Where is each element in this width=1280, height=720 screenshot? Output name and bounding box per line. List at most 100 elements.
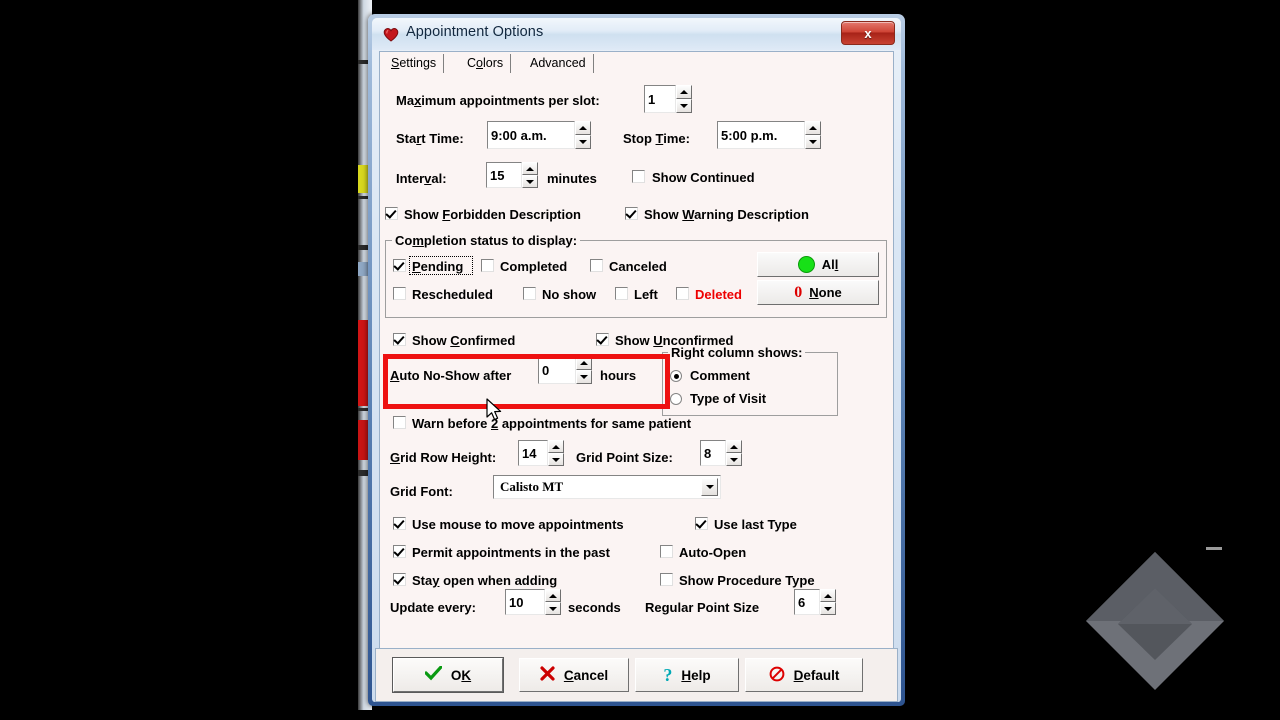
use-mouse-checkbox[interactable] — [393, 517, 406, 530]
grid-row-height-label: Grid Row Height: — [390, 450, 497, 465]
tab-colors[interactable]: Colors — [460, 54, 512, 73]
select-none-button[interactable]: 0 None — [757, 280, 879, 305]
tab-advanced[interactable]: Advanced — [523, 54, 594, 73]
button-bar: OK Cancel ? Help Default — [375, 648, 898, 702]
screen: Appointment Options x Settings Colors Ad — [0, 0, 1280, 720]
regular-point-size-spinner[interactable] — [820, 589, 836, 615]
interval-spinner[interactable] — [522, 162, 538, 188]
status-deleted-checkbox[interactable] — [676, 287, 689, 300]
spinner-down[interactable] — [545, 602, 561, 615]
spinner-down[interactable] — [575, 135, 591, 149]
dialog-client-area: Settings Colors Advanced Maximum appoint… — [379, 51, 894, 696]
grid-font-combobox[interactable]: Calisto MT — [493, 475, 721, 499]
spinner-up[interactable] — [548, 440, 564, 453]
grid-font-label: Grid Font: — [390, 484, 453, 499]
grid-row-height-input[interactable]: 14 — [518, 440, 548, 466]
select-all-label: All — [821, 257, 839, 272]
status-completed-checkbox[interactable] — [481, 259, 494, 272]
auto-noshow-input[interactable]: 0 — [538, 356, 576, 384]
update-every-input[interactable]: 10 — [505, 589, 545, 615]
use-mouse-label: Use mouse to move appointments — [412, 517, 624, 532]
tab-advanced-label: Advanced — [530, 56, 586, 70]
radio-type-of-visit[interactable] — [670, 393, 682, 405]
status-left-checkbox[interactable] — [615, 287, 628, 300]
spinner-up[interactable] — [576, 356, 592, 370]
spinner-down[interactable] — [576, 370, 592, 384]
appointment-options-window: Appointment Options x Settings Colors Ad — [368, 14, 905, 706]
stay-open-label: Stay open when adding — [412, 573, 558, 588]
permit-past-checkbox[interactable] — [393, 545, 406, 558]
grid-point-size-label: Grid Point Size: — [576, 450, 673, 465]
auto-noshow-spinner[interactable] — [576, 356, 592, 384]
grid-row-height-spinner[interactable] — [548, 440, 564, 466]
chevron-down-icon[interactable] — [701, 478, 718, 496]
status-left-label: Left — [634, 287, 658, 302]
select-all-button[interactable]: All — [757, 252, 879, 277]
spinner-down[interactable] — [522, 175, 538, 188]
regular-point-size-input[interactable]: 6 — [794, 589, 820, 615]
tab-settings[interactable]: Settings — [384, 54, 445, 73]
spinner-up[interactable] — [522, 162, 538, 175]
close-button[interactable]: x — [841, 21, 895, 45]
cancel-button[interactable]: Cancel — [519, 658, 629, 692]
stop-time-spinner[interactable] — [805, 121, 821, 149]
help-label: Help — [681, 667, 711, 683]
window-frame: Appointment Options x Settings Colors Ad — [372, 18, 901, 702]
red-zero-icon: 0 — [794, 283, 803, 301]
spinner-up[interactable] — [726, 440, 742, 453]
spinner-down[interactable] — [726, 453, 742, 466]
spinner-up[interactable] — [575, 121, 591, 135]
seconds-label: seconds — [568, 600, 621, 615]
start-time-label: Start Time: — [396, 131, 464, 146]
show-warning-checkbox[interactable] — [625, 207, 638, 220]
status-pending-checkbox[interactable] — [393, 259, 406, 272]
spinner-down[interactable] — [676, 99, 692, 113]
grid-point-size-input[interactable]: 8 — [700, 440, 726, 466]
update-every-spinner[interactable] — [545, 589, 561, 615]
spinner-up[interactable] — [545, 589, 561, 602]
hours-label: hours — [600, 368, 637, 383]
warn-before-checkbox[interactable] — [393, 416, 406, 429]
show-confirmed-checkbox[interactable] — [393, 333, 406, 346]
x-icon — [540, 666, 555, 684]
stop-time-input[interactable]: 5:00 p.m. — [717, 121, 805, 149]
spinner-up[interactable] — [805, 121, 821, 135]
minutes-label: minutes — [547, 171, 597, 186]
status-rescheduled-checkbox[interactable] — [393, 287, 406, 300]
stop-time-label: Stop Time: — [623, 131, 690, 146]
show-unconfirmed-checkbox[interactable] — [596, 333, 609, 346]
start-time-input[interactable]: 9:00 a.m. — [487, 121, 575, 149]
diamond-watermark-logo — [1082, 547, 1228, 694]
spinner-up[interactable] — [676, 85, 692, 99]
show-continued-checkbox[interactable] — [632, 170, 645, 183]
permit-past-label: Permit appointments in the past — [412, 545, 610, 560]
spinner-down[interactable] — [548, 453, 564, 466]
show-procedure-type-checkbox[interactable] — [660, 573, 673, 586]
grid-point-size-spinner[interactable] — [726, 440, 742, 466]
auto-noshow-label: Auto No-Show after — [390, 368, 512, 383]
status-canceled-checkbox[interactable] — [590, 259, 603, 272]
heart-icon — [382, 25, 400, 43]
regular-point-size-label: Regular Point Size — [645, 600, 760, 615]
max-appointments-input[interactable]: 1 — [644, 85, 676, 113]
spinner-down[interactable] — [820, 602, 836, 615]
help-button[interactable]: ? Help — [635, 658, 739, 692]
right-column-group-title: Right column shows: — [668, 345, 806, 360]
radio-comment[interactable] — [670, 370, 682, 382]
ok-button[interactable]: OK — [393, 658, 503, 692]
interval-input[interactable]: 15 — [486, 162, 522, 188]
spinner-down[interactable] — [805, 135, 821, 149]
spinner-up[interactable] — [820, 589, 836, 602]
show-continued-label: Show Continued — [652, 170, 755, 185]
show-forbidden-checkbox[interactable] — [385, 207, 398, 220]
stay-open-checkbox[interactable] — [393, 573, 406, 586]
start-time-spinner[interactable] — [575, 121, 591, 149]
use-last-type-checkbox[interactable] — [695, 517, 708, 530]
title-bar[interactable]: Appointment Options x — [372, 18, 901, 50]
auto-open-checkbox[interactable] — [660, 545, 673, 558]
default-button[interactable]: Default — [745, 658, 863, 692]
max-appointments-spinner[interactable] — [676, 85, 692, 113]
status-noshow-checkbox[interactable] — [523, 287, 536, 300]
max-appointments-label: Maximum appointments per slot: — [396, 93, 600, 108]
warn-before-label: Warn before 2 appointments for same pati… — [412, 416, 692, 431]
